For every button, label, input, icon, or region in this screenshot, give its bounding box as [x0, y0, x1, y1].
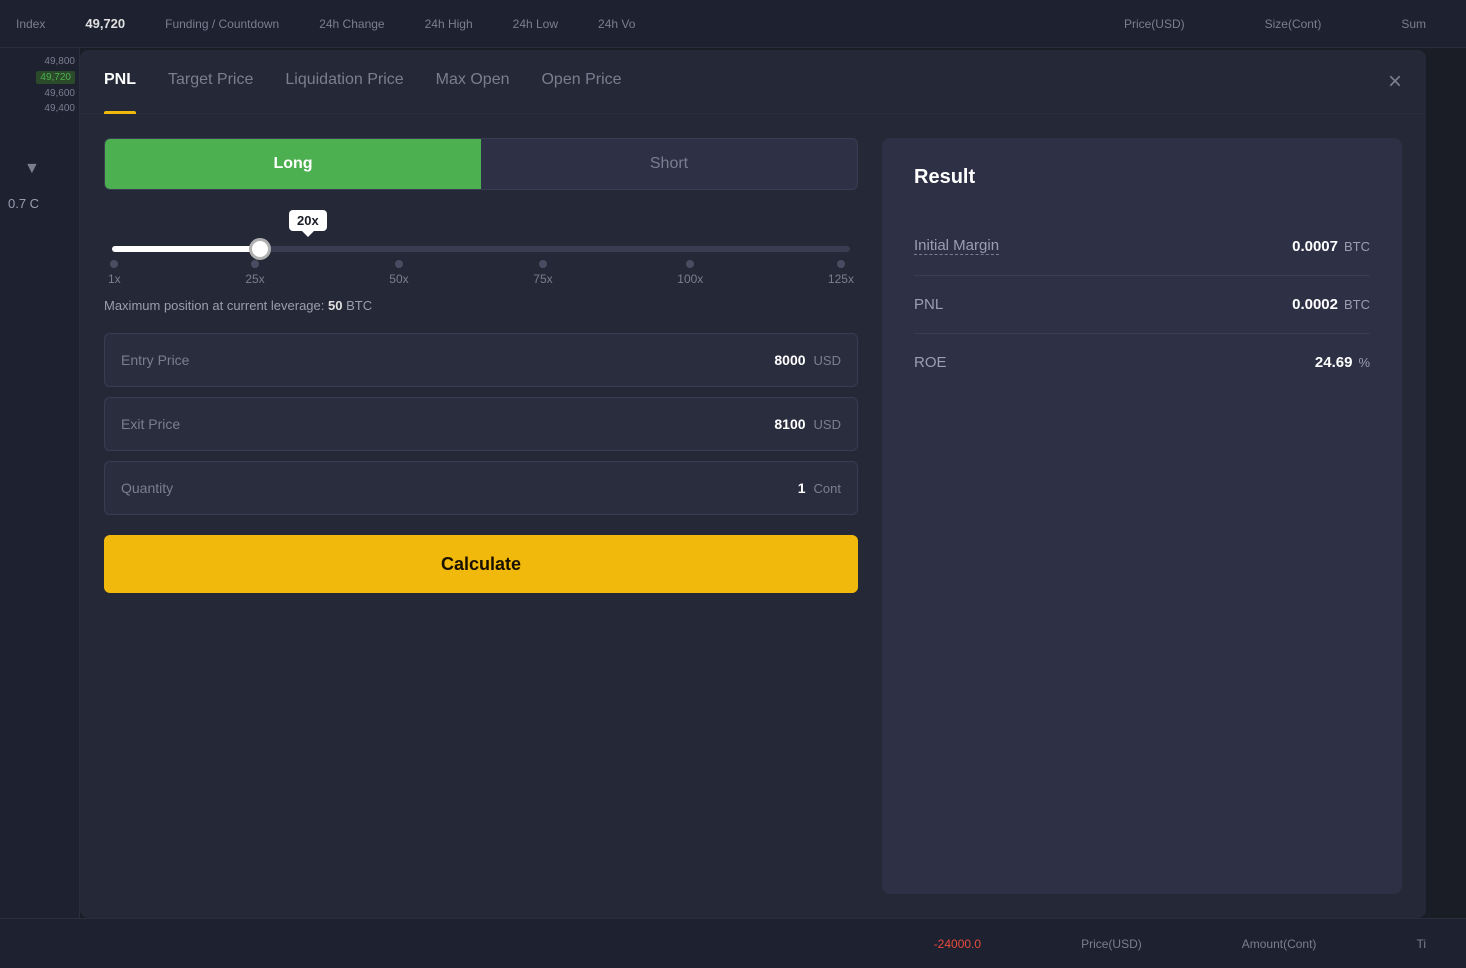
bottom-bar: -24000.0 Price(USD) Amount(Cont) Ti [0, 918, 1466, 968]
quantity-field[interactable]: Quantity 1 Cont [104, 461, 858, 515]
tab-pnl[interactable]: PNL [104, 50, 136, 114]
size-cont-header: Size(Cont) [1265, 17, 1322, 31]
index-label: Index [16, 17, 45, 31]
long-button[interactable]: Long [105, 139, 481, 189]
tick-25x: 25x [245, 260, 264, 286]
exit-price-label: Exit Price [121, 416, 774, 432]
close-button[interactable]: × [1388, 70, 1402, 94]
funding-countdown-header: Funding / Countdown [165, 17, 279, 31]
entry-price-label: Entry Price [121, 352, 774, 368]
exit-price-field[interactable]: Exit Price 8100 USD [104, 397, 858, 451]
tick-label-125x: 125x [828, 272, 854, 286]
roe-unit: % [1358, 355, 1370, 370]
tick-label-25x: 25x [245, 272, 264, 286]
tick-75x: 75x [533, 260, 552, 286]
pnl-value-group: 0.0002 BTC [1292, 296, 1370, 313]
chart-left-sidebar: 49,800 49,720 49,600 49,400 [0, 48, 80, 918]
bottom-price-usd: Price(USD) [1081, 937, 1142, 951]
tab-liquidation-price[interactable]: Liquidation Price [285, 50, 403, 114]
bottom-bar-value: -24000.0 [934, 937, 981, 951]
modal-body: Long Short 20x 1x [80, 114, 1426, 918]
exit-price-value: 8100 [774, 416, 805, 432]
initial-margin-row: Initial Margin 0.0007 BTC [914, 217, 1370, 276]
sum-header: Sum [1401, 17, 1426, 31]
price-left-3: 49,400 [44, 103, 75, 114]
change-24h-header: 24h Change [319, 17, 384, 31]
price-left-highlighted: 49,720 [36, 71, 75, 84]
result-panel: Result Initial Margin 0.0007 BTC PNL 0.0… [882, 138, 1402, 894]
pnl-row: PNL 0.0002 BTC [914, 276, 1370, 334]
bottom-ti: Ti [1416, 937, 1426, 951]
leverage-slider-wrapper: 20x 1x 25x [104, 210, 858, 286]
entry-price-value: 8000 [774, 352, 805, 368]
tab-max-open[interactable]: Max Open [436, 50, 510, 114]
pnl-label: PNL [914, 296, 943, 313]
high-24h-header: 24h High [425, 17, 473, 31]
initial-margin-unit: BTC [1344, 239, 1370, 254]
price-left-2: 49,600 [44, 88, 75, 99]
input-fields: Entry Price 8000 USD Exit Price 8100 USD… [104, 333, 858, 515]
entry-price-field[interactable]: Entry Price 8000 USD [104, 333, 858, 387]
quantity-value: 1 [798, 480, 806, 496]
modal-tabs: PNL Target Price Liquidation Price Max O… [80, 50, 1426, 114]
tick-label-1x: 1x [108, 272, 121, 286]
tab-open-price[interactable]: Open Price [541, 50, 621, 114]
max-position-value: 50 [328, 298, 342, 313]
calculate-button[interactable]: Calculate [104, 535, 858, 593]
roe-value: 24.69 [1315, 354, 1353, 371]
initial-margin-value: 0.0007 [1292, 238, 1338, 255]
tick-dot-50x [395, 260, 403, 268]
short-button[interactable]: Short [481, 139, 857, 189]
index-price: 49,720 [85, 16, 125, 31]
pnl-unit: BTC [1344, 297, 1370, 312]
max-position-text: Maximum position at current leverage: [104, 298, 324, 313]
long-short-toggle: Long Short [104, 138, 858, 190]
tick-dot-25x [251, 260, 259, 268]
calculator-modal: PNL Target Price Liquidation Price Max O… [80, 50, 1426, 918]
initial-margin-value-group: 0.0007 BTC [1292, 238, 1370, 255]
exit-price-unit: USD [814, 417, 841, 432]
quantity-unit: Cont [814, 481, 841, 496]
tick-50x: 50x [389, 260, 408, 286]
max-position-unit: BTC [346, 298, 372, 313]
tick-label-75x: 75x [533, 272, 552, 286]
tick-1x: 1x [108, 260, 121, 286]
left-price-value: 0.7 C [8, 196, 39, 211]
tick-label-100x: 100x [677, 272, 703, 286]
left-panel: Long Short 20x 1x [104, 138, 858, 894]
tick-dot-1x [110, 260, 118, 268]
tick-label-50x: 50x [389, 272, 408, 286]
price-left-1: 49,800 [44, 56, 75, 67]
entry-price-unit: USD [814, 353, 841, 368]
leverage-badge: 20x [289, 210, 327, 231]
pnl-value: 0.0002 [1292, 296, 1338, 313]
tick-125x: 125x [828, 260, 854, 286]
bottom-amount-cont: Amount(Cont) [1242, 937, 1317, 951]
initial-margin-label: Initial Margin [914, 237, 999, 255]
quantity-label: Quantity [121, 480, 798, 496]
slider-track [112, 246, 850, 252]
left-price-display: 0.7 C [8, 196, 39, 211]
max-position-info: Maximum position at current leverage: 50… [104, 298, 858, 313]
roe-row: ROE 24.69 % [914, 334, 1370, 391]
slider-ticks: 1x 25x 50x 75x [104, 260, 858, 286]
slider-thumb[interactable] [249, 238, 271, 260]
vol-24h-header: 24h Vo [598, 17, 635, 31]
leverage-section: 20x 1x 25x [104, 210, 858, 313]
roe-value-group: 24.69 % [1315, 354, 1370, 371]
price-usd-header: Price(USD) [1124, 17, 1185, 31]
result-title: Result [914, 166, 1370, 189]
dropdown-arrow-icon[interactable]: ▼ [24, 160, 40, 178]
tick-dot-75x [539, 260, 547, 268]
slider-fill [112, 246, 260, 252]
tab-target-price[interactable]: Target Price [168, 50, 253, 114]
roe-label: ROE [914, 354, 947, 371]
low-24h-header: 24h Low [513, 17, 558, 31]
right-header: Price(USD) Size(Cont) Sum [1124, 0, 1466, 48]
tick-dot-125x [837, 260, 845, 268]
tick-dot-100x [686, 260, 694, 268]
tick-100x: 100x [677, 260, 703, 286]
